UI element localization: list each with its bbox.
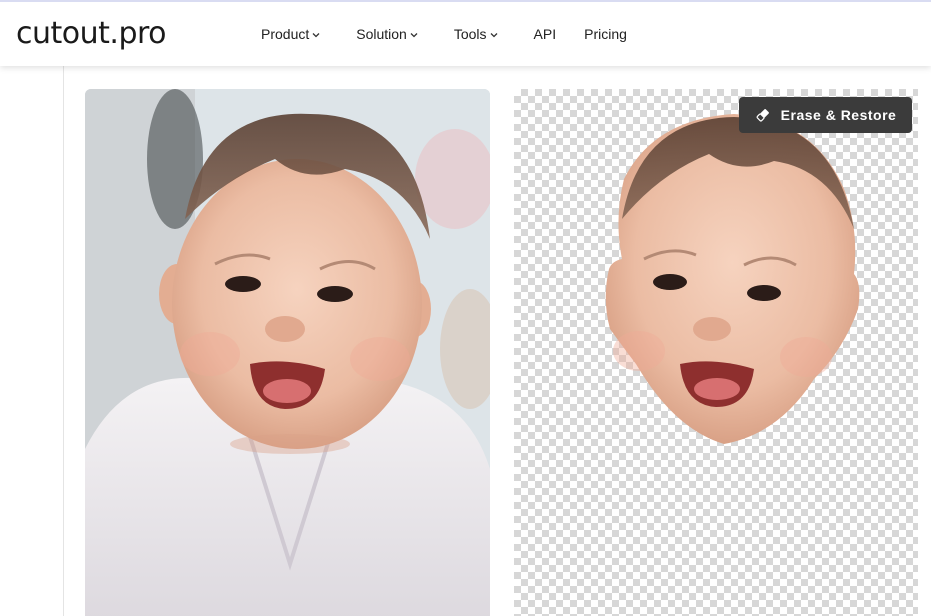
app-page: cutout.pro Product Solution Tools API Pr… (0, 0, 931, 616)
chevron-down-icon (410, 32, 418, 37)
nav-item-label: API (533, 26, 557, 42)
top-header: cutout.pro Product Solution Tools API Pr… (0, 0, 931, 66)
nav-item-pricing[interactable]: Pricing (584, 24, 627, 44)
nav-item-label: Tools (453, 26, 487, 42)
erase-restore-button[interactable]: Erase & Restore (739, 97, 912, 133)
result-image-panel (514, 89, 918, 616)
nav-item-solution[interactable]: Solution (356, 24, 418, 44)
main-nav: Product Solution Tools API Pricing (261, 2, 655, 66)
chevron-down-icon (312, 32, 320, 37)
nav-item-label: Pricing (584, 26, 627, 42)
nav-item-label: Solution (356, 26, 407, 42)
left-sidebar (0, 66, 64, 616)
chevron-down-icon (490, 32, 497, 37)
erase-restore-label: Erase & Restore (780, 107, 897, 123)
original-image-panel (85, 89, 490, 616)
nav-item-tools[interactable]: Tools (454, 24, 498, 44)
baby-photo (85, 89, 490, 616)
logo[interactable]: cutout.pro (16, 14, 167, 54)
baby-face-cutout (605, 114, 860, 444)
nav-item-product[interactable]: Product (261, 24, 320, 44)
nav-item-api[interactable]: API (534, 24, 557, 44)
eraser-icon (756, 109, 769, 122)
nav-item-label: Product (261, 26, 310, 42)
